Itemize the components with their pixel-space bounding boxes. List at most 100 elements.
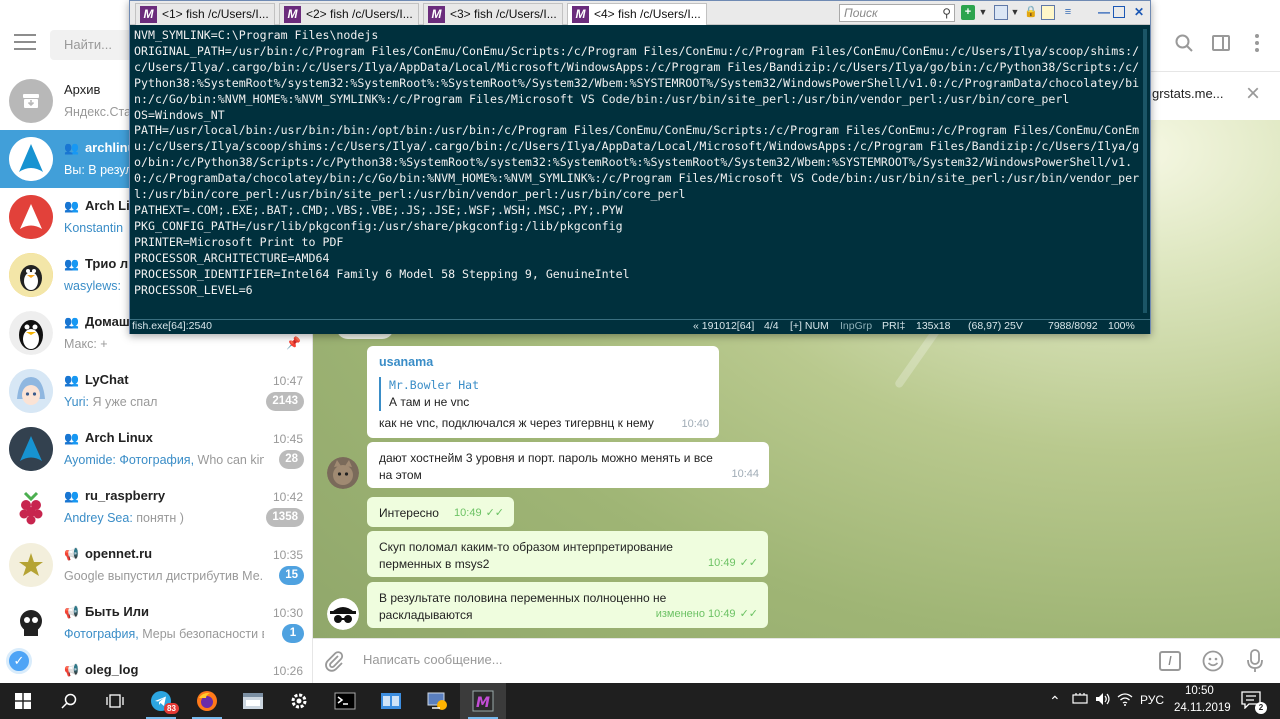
- firefox-icon[interactable]: [184, 683, 230, 719]
- app-window-icon[interactable]: [230, 683, 276, 719]
- tux-avatar: [9, 311, 53, 355]
- chat-item-ru-raspberry[interactable]: 👥 ru_raspberry Andrey Sea: понятн ) 10:42…: [0, 478, 312, 536]
- status-cursor[interactable]: (68,97) 25V: [968, 320, 1023, 333]
- unread-badge: 2143: [266, 392, 304, 411]
- terminal-icon[interactable]: [322, 683, 368, 719]
- conemu-m-icon: M: [572, 6, 589, 23]
- volume-icon[interactable]: [1095, 692, 1111, 710]
- quote-author: Mr.Bowler Hat: [389, 378, 480, 392]
- windows-start-icon[interactable]: [0, 683, 46, 719]
- close-icon[interactable]: ×: [1246, 82, 1260, 106]
- console-tab-4[interactable]: M <4> fish /c/Users/I...: [567, 3, 707, 25]
- penguin-avatar: [9, 253, 53, 297]
- message-bubble-outgoing[interactable]: Скуп поломал каким-то образом интерпрети…: [367, 531, 768, 577]
- message-bubble-outgoing[interactable]: Интересно 10:49 ✓✓: [367, 497, 514, 527]
- settings-gear-icon[interactable]: [276, 683, 322, 719]
- chat-item-lychat[interactable]: 👥 LyChat Yuri: Я уже спал 10:47 2143: [0, 362, 312, 420]
- hamburger-menu-icon[interactable]: [14, 34, 36, 50]
- arch-dark-avatar: [9, 427, 53, 471]
- sidebar-toggle-icon[interactable]: [1212, 35, 1230, 51]
- status-process[interactable]: fish.exe[64]:2540: [132, 320, 212, 333]
- channel-icon: 📢: [64, 605, 79, 619]
- status-buffer[interactable]: 7988/8092: [1048, 320, 1098, 333]
- menu-icon[interactable]: ≡: [1061, 5, 1075, 20]
- network-app-icon[interactable]: [414, 683, 460, 719]
- raspberry-avatar: [9, 485, 53, 529]
- wifi-icon[interactable]: [1117, 692, 1133, 710]
- minimize-button[interactable]: —: [1096, 4, 1112, 20]
- conemu-tab-bar: M <1> fish /c/Users/I... M <2> fish /c/Use…: [130, 1, 1150, 25]
- search-icon: ⚲: [942, 6, 951, 20]
- chat-item-oleg-log[interactable]: 📢 oleg_log 10:26: [0, 652, 312, 683]
- telegram-taskbar-icon[interactable]: 83: [138, 683, 184, 719]
- message-meta: 10:49 ✓✓: [708, 555, 758, 572]
- chat-item-opennet[interactable]: 📢 opennet.ru Google выпустил дистрибутив …: [0, 536, 312, 594]
- network-adapter-icon[interactable]: [1072, 692, 1088, 710]
- message-bubble[interactable]: usanama Mr.Bowler Hat А там и не vnc как…: [367, 346, 719, 438]
- paperclip-icon[interactable]: [323, 650, 345, 672]
- user-cat-avatar[interactable]: [327, 457, 359, 489]
- message-time: 10:40: [681, 418, 709, 430]
- message-author: usanama: [379, 355, 434, 369]
- bot-command-icon[interactable]: /: [1159, 651, 1181, 671]
- console-tab-1[interactable]: M <1> fish /c/Users/I...: [135, 3, 275, 25]
- chat-item-arch-linux[interactable]: 👥 Arch Linux Ayomide: Фотография, Who can…: [0, 420, 312, 478]
- chevron-up-icon[interactable]: ⌃: [1049, 692, 1061, 710]
- message-time: 10:44: [731, 468, 759, 480]
- file-manager-icon[interactable]: [368, 683, 414, 719]
- chat-time: 10:30: [272, 606, 303, 620]
- search-icon[interactable]: [1175, 34, 1193, 52]
- console-output[interactable]: NVM_SYMLINK=C:\Program Files\nodejs ORIG…: [130, 25, 1150, 319]
- conemu-taskbar-icon[interactable]: M: [460, 683, 506, 719]
- arch-logo-avatar: [9, 137, 53, 181]
- status-flags[interactable]: [+] NUM: [790, 320, 829, 333]
- group-icon: 👥: [64, 141, 79, 155]
- console-line: NVM_SYMLINK=C:\Program Files\nodejs: [134, 28, 379, 42]
- emoji-icon[interactable]: [1202, 650, 1224, 672]
- chat-item-byt-ili[interactable]: 📢 Быть Или Фотография, Меры безопасности …: [0, 594, 312, 652]
- notification-count-badge: 2: [1255, 702, 1267, 714]
- message-bubble[interactable]: дают хостнейм 3 уровня и порт. пароль мо…: [367, 442, 769, 488]
- status-inpgrp[interactable]: InpGrp: [840, 320, 872, 333]
- status-pid[interactable]: « 191012[64]: [693, 320, 754, 333]
- console-tab-3[interactable]: M <3> fish /c/Users/I...: [423, 3, 563, 25]
- chat-preview: Yuri: Я уже спал: [64, 395, 158, 409]
- status-size[interactable]: 135x18: [916, 320, 950, 333]
- keyboard-language[interactable]: РУС: [1140, 693, 1164, 707]
- message-text: дают хостнейм 3 уровня и порт. пароль мо…: [379, 451, 713, 482]
- console-line: PROCESSOR_LEVEL=6: [134, 282, 253, 297]
- message-meta: изменено 10:49 ✓✓: [656, 606, 758, 623]
- close-button[interactable]: ✕: [1131, 4, 1147, 20]
- chat-preview: Andrey Sea: понятн ): [64, 511, 184, 525]
- maximize-button[interactable]: [1113, 6, 1125, 18]
- lock-icon[interactable]: 🔒: [1024, 5, 1038, 20]
- chat-preview: Google выпустил дистрибутив Ме...: [64, 569, 264, 583]
- status-tab-index[interactable]: 4/4: [764, 320, 779, 333]
- own-spy-avatar[interactable]: [327, 598, 359, 630]
- console-search-input[interactable]: Поиск ⚲: [839, 4, 955, 22]
- microphone-icon[interactable]: [1246, 649, 1264, 673]
- chevron-down-icon[interactable]: ▼: [978, 5, 988, 20]
- chat-title: 📢 oleg_log: [64, 662, 139, 677]
- split-pane-icon[interactable]: [1041, 5, 1055, 20]
- new-console-icon[interactable]: +: [961, 5, 975, 20]
- console-scrollbar[interactable]: [1143, 29, 1147, 313]
- more-vertical-icon[interactable]: [1254, 33, 1260, 53]
- console-line: PKG_CONFIG_PATH=/usr/lib/pkgconfig:/usr/…: [134, 218, 623, 233]
- message-input[interactable]: Написать сообщение...: [363, 652, 503, 667]
- console-list-icon[interactable]: [994, 5, 1008, 20]
- console-tab-2[interactable]: M <2> fish /c/Users/I...: [279, 3, 419, 25]
- task-view-icon[interactable]: [92, 683, 138, 719]
- search-icon[interactable]: [46, 683, 92, 719]
- status-zoom[interactable]: 100%: [1108, 320, 1135, 333]
- quote-text: А там и не vnc: [389, 395, 470, 409]
- clock-date[interactable]: 24.11.2019: [1174, 702, 1231, 714]
- reply-quote[interactable]: Mr.Bowler Hat А там и не vnc: [379, 377, 707, 411]
- chat-title: 📢 Быть Или: [64, 604, 149, 619]
- clock-time[interactable]: 10:50: [1185, 685, 1214, 697]
- message-bubble-outgoing[interactable]: В результате половина переменных полноце…: [367, 582, 768, 628]
- skull-avatar: [9, 601, 53, 645]
- windows-taskbar: 83 M ⌃ РУС 10:50 24.11.2019 2: [0, 683, 1280, 719]
- status-pri[interactable]: PRI‡: [882, 320, 905, 333]
- chevron-down-icon[interactable]: ▼: [1010, 5, 1020, 20]
